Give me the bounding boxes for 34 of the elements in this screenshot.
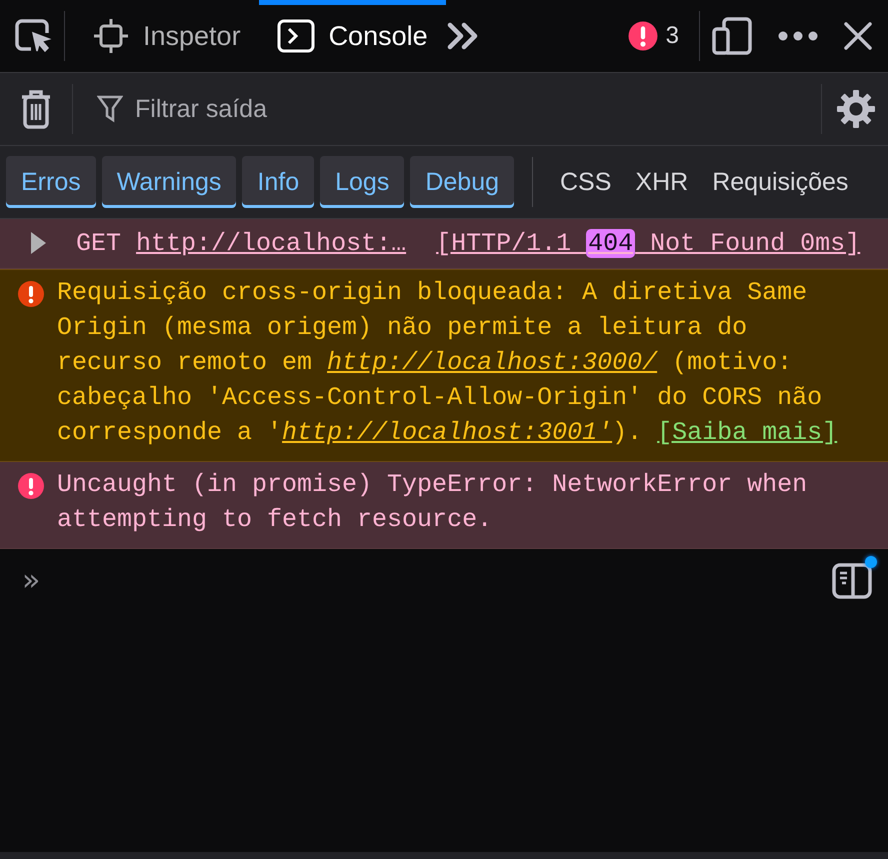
request-filter-toggle[interactable]: XHR: [626, 156, 698, 208]
toolbar-tab[interactable]: Inspetor: [75, 0, 259, 72]
request-filter-toggle[interactable]: Requisições: [703, 156, 858, 208]
warning-message: Requisição cross-origin bloqueada: A diretiva Same Origin (mesma origem) não permite a leitura do recurso remoto em http://localhost:3000/ (motivo: cabeçalho 'Access-Control-Allow-Origin' do CORS não corresponde a 'http://localhost:3001'). [Saiba mais]: [57, 277, 838, 449]
filter-input[interactable]: Filtrar saída: [133, 94, 821, 124]
trash-icon[interactable]: [20, 89, 52, 129]
log-level-toggle[interactable]: Logs: [320, 156, 404, 208]
log-level-toggle[interactable]: Info: [242, 156, 314, 208]
console-prompt: »: [22, 566, 40, 596]
responsive-design-icon[interactable]: [712, 17, 752, 55]
url-link[interactable]: http://localhost:3001': [282, 418, 612, 447]
log-level-toggle[interactable]: Erros: [6, 156, 96, 208]
log-level-toggle[interactable]: Warnings: [102, 156, 236, 208]
close-icon[interactable]: [844, 22, 872, 50]
toolbar-tab[interactable]: Console: [258, 0, 446, 72]
more-options-icon[interactable]: [778, 31, 818, 41]
element-picker-icon[interactable]: [14, 18, 54, 54]
url-link[interactable]: http://localhost:3000/: [327, 348, 658, 377]
expand-arrow-icon[interactable]: [28, 231, 48, 255]
network-request-row[interactable]: GET http://localhost:… [HTTP/1.1 404 Not Found 0ms]: [0, 219, 888, 269]
learn-more-link[interactable]: [Saiba mais]: [657, 418, 838, 447]
error-count[interactable]: 3: [628, 21, 679, 51]
request-status: [HTTP/1.1 404 Not Found 0ms]: [436, 228, 860, 260]
request-method: GET: [76, 228, 122, 260]
request-filter-toggle[interactable]: CSS: [551, 156, 620, 208]
error-message: Uncaught (in promise) TypeError: NetworkError when attempting to fetch resource.: [57, 469, 808, 536]
log-level-toggle[interactable]: Debug: [410, 156, 514, 208]
console-icon: [276, 19, 315, 53]
inspector-icon: [93, 18, 129, 54]
error-icon: [628, 21, 658, 51]
settings-icon[interactable]: [836, 89, 876, 129]
request-url-link[interactable]: http://localhost:…: [136, 226, 406, 261]
filter-icon: [97, 95, 123, 123]
sidebar-toggle-icon[interactable]: [832, 563, 872, 599]
